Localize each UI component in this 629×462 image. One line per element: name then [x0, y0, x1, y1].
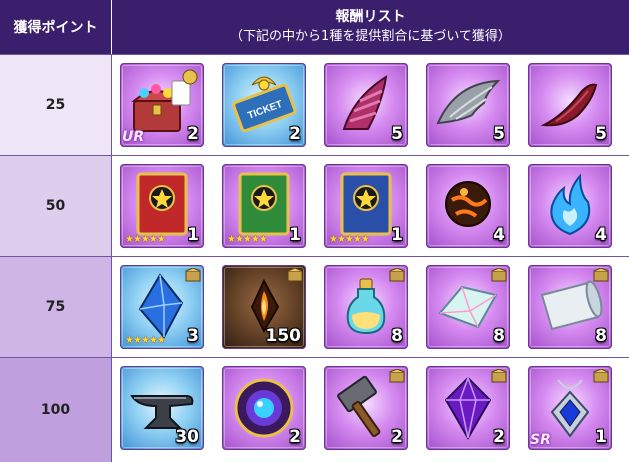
reward-row: 100 30 2 2 2 SR 1: [0, 358, 629, 462]
item-potion-bottle[interactable]: 8: [324, 265, 408, 349]
item-quantity: 8: [595, 326, 607, 346]
item-fire-orb[interactable]: 4: [426, 164, 510, 248]
star-rating: ★★★★★: [329, 234, 370, 245]
item-blue-star-book[interactable]: ★★★★★ 1: [324, 164, 408, 248]
item-quantity: 8: [493, 326, 505, 346]
row-divider: [0, 54, 629, 55]
item-red-claw[interactable]: 5: [528, 63, 612, 147]
points-header: 獲得ポイント: [0, 0, 111, 54]
item-rainbow-crystal[interactable]: 8: [426, 265, 510, 349]
column-divider: [111, 54, 112, 462]
star-rating: ★★★★★: [125, 335, 166, 346]
reward-items: UR 2 TICKET 2 5 5 5: [112, 55, 629, 155]
item-blue-crystal[interactable]: ★★★★★ 3: [120, 265, 204, 349]
item-blue-flame[interactable]: 4: [528, 164, 612, 248]
rarity-badge: SR: [530, 432, 551, 448]
item-quantity: 5: [391, 124, 403, 144]
item-quantity: 2: [289, 427, 301, 447]
item-magic-orb-seal[interactable]: 2: [222, 366, 306, 450]
rewards-title: 報酬リスト: [335, 9, 406, 25]
item-quantity: 1: [289, 225, 301, 245]
item-quantity: 1: [595, 427, 607, 447]
star-rating: ★★★★★: [227, 234, 268, 245]
item-quantity: 5: [493, 124, 505, 144]
reward-table: 獲得ポイント 報酬リスト （下記の中から1種を提供割合に基づいて獲得） 25 U…: [0, 0, 629, 462]
points-value: 50: [45, 198, 66, 214]
item-quantity: 3: [187, 326, 199, 346]
box-badge-icon: [185, 268, 201, 282]
box-badge-icon: [593, 369, 609, 383]
item-red-star-book[interactable]: ★★★★★ 1: [120, 164, 204, 248]
points-cell: 50: [0, 156, 111, 256]
item-sapphire-pendant[interactable]: SR 1: [528, 366, 612, 450]
item-quantity: 5: [595, 124, 607, 144]
box-badge-icon: [287, 268, 303, 282]
item-quantity: 2: [391, 427, 403, 447]
rewards-header: 報酬リスト （下記の中から1種を提供割合に基づいて獲得）: [112, 0, 629, 54]
item-quantity: 2: [493, 427, 505, 447]
item-quantity: 2: [289, 124, 301, 144]
row-divider: [0, 256, 629, 257]
box-badge-icon: [593, 268, 609, 282]
row-divider: [0, 357, 629, 358]
item-green-star-book[interactable]: ★★★★★ 1: [222, 164, 306, 248]
rarity-badge: UR: [122, 129, 145, 145]
item-grey-wing[interactable]: 5: [426, 63, 510, 147]
item-quantity: 4: [493, 225, 505, 245]
item-quantity: 4: [595, 225, 607, 245]
points-cell: 25: [0, 55, 111, 155]
points-value: 75: [45, 299, 66, 315]
row-divider: [0, 155, 629, 156]
item-quantity: 2: [187, 124, 199, 144]
box-badge-icon: [389, 369, 405, 383]
points-value: 25: [45, 97, 66, 113]
item-treasure-chest[interactable]: UR 2: [120, 63, 204, 147]
points-value: 100: [40, 402, 71, 418]
points-cell: 100: [0, 358, 111, 462]
item-purple-gem[interactable]: 2: [426, 366, 510, 450]
box-badge-icon: [389, 268, 405, 282]
item-quantity: 150: [265, 326, 302, 346]
item-quantity: 1: [391, 225, 403, 245]
star-rating: ★★★★★: [125, 234, 166, 245]
item-spiral-horn[interactable]: 5: [324, 63, 408, 147]
box-badge-icon: [491, 268, 507, 282]
reward-row: 50 ★★★★★ 1 ★★★★★ 1 ★★★★★ 1 4 4: [0, 156, 629, 256]
item-quantity: 30: [175, 427, 199, 447]
points-header-label: 獲得ポイント: [13, 20, 98, 36]
reward-row: 75 ★★★★★ 3 150 8 8 8: [0, 257, 629, 357]
item-hammer[interactable]: 2: [324, 366, 408, 450]
reward-items: ★★★★★ 1 ★★★★★ 1 ★★★★★ 1 4 4: [112, 156, 629, 256]
item-quantity: 8: [391, 326, 403, 346]
box-badge-icon: [491, 369, 507, 383]
item-ticket[interactable]: TICKET 2: [222, 63, 306, 147]
item-flame-shard[interactable]: 150: [222, 265, 306, 349]
item-quantity: 1: [187, 225, 199, 245]
points-cell: 75: [0, 257, 111, 357]
item-silver-scroll[interactable]: 8: [528, 265, 612, 349]
item-anvil[interactable]: 30: [120, 366, 204, 450]
reward-items: 30 2 2 2 SR 1: [112, 358, 629, 462]
reward-items: ★★★★★ 3 150 8 8 8: [112, 257, 629, 357]
reward-row: 25 UR 2 TICKET 2 5 5 5: [0, 55, 629, 155]
rewards-subtitle: （下記の中から1種を提供割合に基づいて獲得）: [230, 29, 511, 44]
